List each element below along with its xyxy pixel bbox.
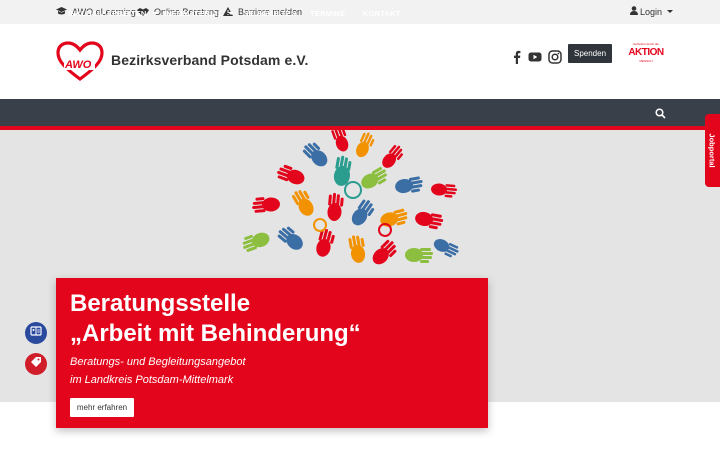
- nav-item-inklusiv-arbeiten[interactable]: INKLUSIV ARBEITEN: [68, 9, 158, 18]
- nav-item-termine[interactable]: TERMINE: [310, 9, 345, 18]
- mehr-erfahren-button[interactable]: mehr erfahren: [70, 398, 134, 417]
- hero-subtitle: Beratungs- und Begleitungsangebot im Lan…: [70, 353, 480, 389]
- hero-subtitle-line1: Beratungs- und Begleitungsangebot: [70, 356, 246, 368]
- nav-label: TERMINE: [310, 9, 346, 18]
- colorful-hands-image: [242, 130, 459, 265]
- aktion-top-text: Gefördert durch die: [633, 42, 659, 46]
- login-menu[interactable]: Login: [630, 6, 674, 17]
- org-name: Bezirksverband Potsdam e.V.: [111, 52, 309, 68]
- site-header: [0, 24, 720, 99]
- facebook-icon[interactable]: [510, 50, 524, 64]
- page: AWO eLearning Online Beratung Barriere m…: [0, 0, 720, 450]
- chevron-down-icon: [151, 12, 158, 15]
- hero-title-line1: Beratungsstelle: [70, 290, 251, 317]
- aktion-main-text: AKTION: [628, 47, 664, 58]
- aktion-sub-text: MENSCH: [639, 59, 653, 63]
- login-label: Login: [640, 6, 663, 17]
- search-icon[interactable]: [655, 106, 666, 119]
- instagram-icon[interactable]: [548, 50, 562, 64]
- nav-item-kontakt[interactable]: KONTAKT: [363, 9, 401, 18]
- nav-item-infomaterial[interactable]: INFOMATERIAL: [164, 9, 234, 18]
- youtube-icon[interactable]: [528, 50, 542, 64]
- easy-language-button[interactable]: [25, 322, 47, 344]
- aktion-mensch-logo[interactable]: Gefördert durch die AKTION MENSCH: [625, 42, 667, 64]
- jobportal-label: Jobportal: [708, 133, 718, 168]
- tag-button[interactable]: [25, 353, 47, 375]
- chevron-down-icon: [667, 10, 674, 13]
- nav-label: INFOMATERIAL: [164, 9, 223, 18]
- tag-icon: [30, 355, 42, 373]
- nav-label: NEUIGKEITEN: [243, 9, 297, 18]
- nav-label: INKLUSIV ARBEITEN: [68, 9, 147, 18]
- awo-logo[interactable]: AWO: [55, 41, 105, 81]
- hero-subtitle-line2: im Landkreis Potsdam-Mittelmark: [70, 374, 234, 386]
- user-icon: [630, 6, 638, 17]
- hero-text-box: Beratungsstelle „Arbeit mit Behinderung“…: [56, 278, 488, 428]
- logo-text: AWO: [64, 59, 92, 71]
- easy-language-icon: [30, 324, 42, 342]
- nav-item-neuigkeiten[interactable]: NEUIGKEITEN: [243, 9, 296, 18]
- graduation-cap-icon: [56, 6, 67, 18]
- donate-button[interactable]: Spenden: [568, 44, 612, 63]
- hero-title-line2: „Arbeit mit Behinderung“: [70, 320, 361, 347]
- main-navigation: [0, 99, 720, 126]
- hero-title: Beratungsstelle „Arbeit mit Behinderung“: [70, 289, 480, 349]
- nav-label: KONTAKT: [363, 9, 401, 18]
- chevron-down-icon: [227, 12, 234, 15]
- jobportal-tab[interactable]: Jobportal: [705, 114, 720, 187]
